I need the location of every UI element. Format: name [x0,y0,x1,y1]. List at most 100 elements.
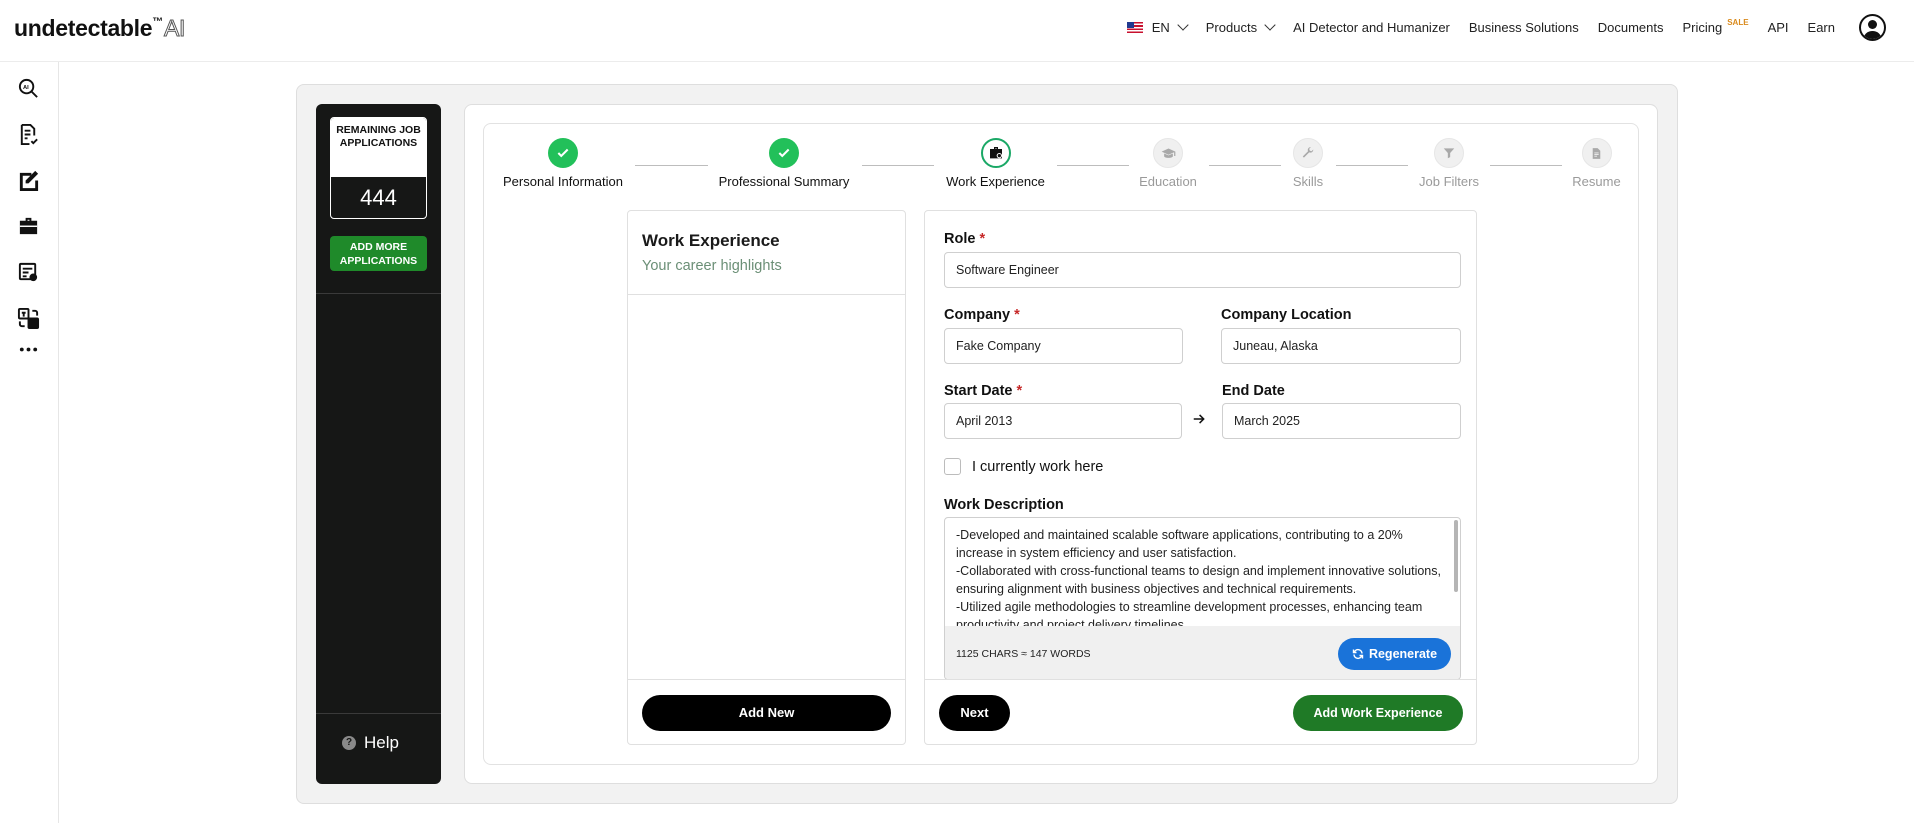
step-resume[interactable]: Resume [1569,138,1624,189]
nav-products-label: Products [1205,19,1258,35]
arrow-right-icon [1193,414,1205,424]
help-link[interactable]: ? Help [342,733,399,753]
brand-ai: AI [163,15,186,42]
trademark-mark: ™ [152,16,163,29]
work-experience-form: Role * Company * Company Location Start … [924,210,1477,745]
end-date-label: End Date [1222,383,1285,399]
nav-business-solutions[interactable]: Business Solutions [1469,20,1579,35]
divider [316,293,441,294]
next-button[interactable]: Next [939,695,1010,731]
scrollbar-thumb[interactable] [1454,520,1458,592]
nav-products[interactable]: Products [1205,18,1276,35]
start-date-label: Start Date * [944,383,1022,399]
step-connector [1490,165,1562,166]
step-work-experience[interactable]: Work Experience [944,138,1047,189]
step-label: Education [1139,174,1197,189]
work-description-field: -Developed and maintained scalable softw… [944,517,1461,680]
document-icon [1581,138,1612,168]
filter-icon [1434,138,1464,168]
user-avatar-icon[interactable] [1859,13,1886,41]
seo-tool-icon[interactable] [15,259,41,285]
step-label: Work Experience [946,174,1045,189]
step-connector [1209,165,1281,166]
step-label: Skills [1292,174,1324,189]
required-mark: * [979,231,986,247]
role-label: Role * [944,231,985,247]
nav-pricing[interactable]: Pricing SALE [1682,17,1749,35]
add-new-button[interactable]: Add New [642,695,891,731]
step-skills[interactable]: Skills [1288,138,1328,189]
help-icon: ? [342,736,356,750]
work-experience-list-panel: Work Experience Your career highlights A… [627,210,906,745]
more-icon[interactable] [15,336,41,362]
nav-api[interactable]: API [1768,20,1789,35]
nav-documents[interactable]: Documents [1598,20,1664,35]
company-label: Company * [944,307,1020,323]
step-education[interactable]: Education [1136,138,1200,189]
remaining-applications-box: REMAINING JOB APPLICATIONS 444 [330,117,427,219]
panel-subtitle: Your career highlights [642,258,782,274]
step-connector [1336,165,1408,166]
refresh-icon [1352,648,1364,660]
regenerate-label: Regenerate [1368,647,1438,661]
step-job-filters[interactable]: Job Filters [1415,138,1483,189]
briefcase-icon[interactable] [15,213,41,239]
step-label: Job Filters [1419,174,1479,189]
work-description-textarea[interactable]: -Developed and maintained scalable softw… [945,518,1454,626]
ai-detector-icon[interactable]: AI [15,75,41,101]
sale-badge: SALE [1727,17,1749,27]
step-connector [862,165,934,166]
language-label: EN [1151,19,1170,35]
language-selector[interactable]: EN [1126,18,1189,35]
required-mark: * [1014,307,1020,323]
currently-work-here-checkbox[interactable] [944,458,961,475]
divider [628,294,905,295]
chevron-down-icon [1264,18,1276,31]
brand-name: undetectable [14,15,153,41]
character-word-counter: 1125 CHARS ≈ 147 WORDS [956,648,1091,660]
tool-rail: AI [0,62,59,823]
check-icon [769,138,799,168]
wrench-icon [1293,138,1323,168]
top-navbar: undetectable™AI EN Products AI Detector … [0,0,1914,62]
add-work-experience-button[interactable]: Add Work Experience [1293,695,1463,731]
main-nav: EN Products AI Detector and Humanizer Bu… [1126,0,1914,54]
nav-pricing-label: Pricing [1682,19,1723,35]
company-location-label: Company Location [1221,307,1352,323]
step-connector [635,165,708,166]
briefcase-icon [980,138,1011,168]
document-check-icon[interactable] [15,121,41,147]
step-label: Resume [1572,174,1621,189]
start-date-label-text: Start Date [944,383,1013,399]
svg-text:AI: AI [23,84,29,90]
credits-sidebar: REMAINING JOB APPLICATIONS 444 ADD MORE … [316,104,441,784]
nav-earn[interactable]: Earn [1808,20,1835,35]
step-personal-information[interactable]: Personal Information [502,138,624,189]
nav-ai-detector[interactable]: AI Detector and Humanizer [1293,20,1450,35]
role-input[interactable] [944,252,1461,288]
role-label-text: Role [944,231,976,247]
panel-title: Work Experience [642,231,780,250]
edit-document-icon[interactable] [15,167,41,193]
us-flag-icon [1126,21,1143,33]
regenerate-button[interactable]: Regenerate [1338,638,1451,670]
add-more-applications-button[interactable]: ADD MORE APPLICATIONS [330,236,427,271]
company-location-input[interactable] [1221,328,1461,364]
currently-work-here-label: I currently work here [972,459,1104,475]
start-date-input[interactable] [944,403,1182,439]
brand-logo[interactable]: undetectable™AI [14,15,186,42]
company-label-text: Company [944,307,1011,323]
check-icon [548,138,578,168]
remaining-applications-label: REMAINING JOB APPLICATIONS [331,118,426,177]
step-label: Personal Information [503,174,623,189]
end-date-input[interactable] [1222,403,1461,439]
description-toolbar: 1125 CHARS ≈ 147 WORDS Regenerate [945,626,1460,679]
translate-tool-icon[interactable] [15,305,41,331]
graduation-cap-icon [1153,138,1183,168]
company-input[interactable] [944,328,1183,364]
divider [316,713,441,714]
step-professional-summary[interactable]: Professional Summary [717,138,851,189]
step-connector [1057,165,1129,166]
remaining-applications-count: 444 [360,185,397,210]
work-description-label: Work Description [944,497,1064,513]
